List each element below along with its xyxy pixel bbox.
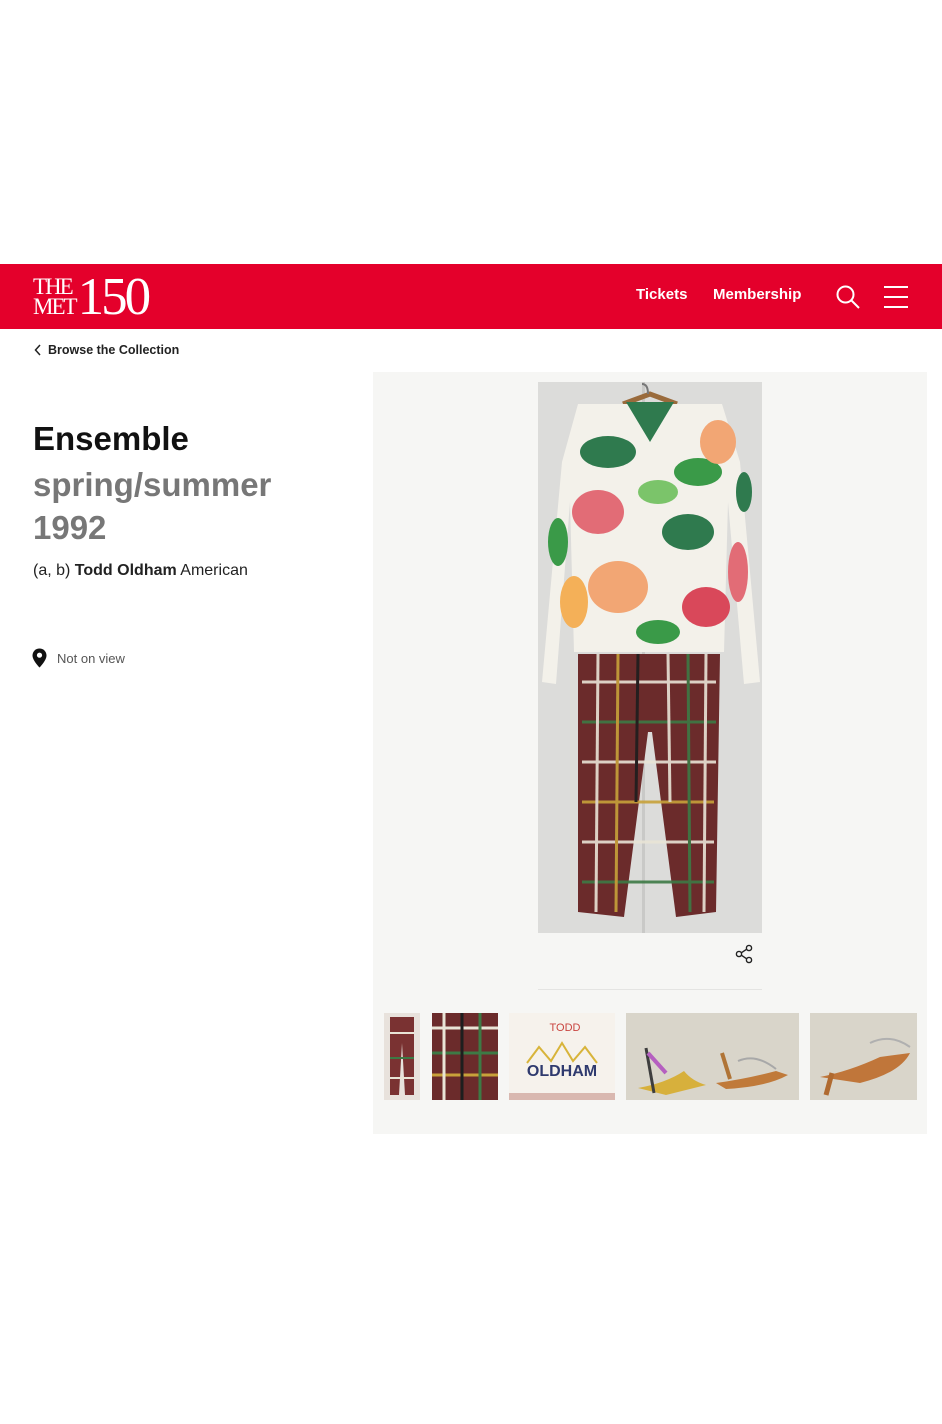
breadcrumb-label: Browse the Collection	[48, 343, 180, 357]
label-text-oldham: OLDHAM	[527, 1063, 597, 1080]
menu-icon[interactable]	[884, 285, 908, 309]
thumbnail-label[interactable]: TODD OLDHAM	[509, 1013, 615, 1100]
object-title: Ensemble	[33, 420, 189, 457]
logo-number: 150	[77, 268, 151, 326]
artist-prefix: (a, b)	[33, 562, 71, 579]
thumbnail-shoes[interactable]	[626, 1013, 799, 1100]
artist-name[interactable]: Todd Oldham	[75, 562, 177, 579]
object-date: spring/summer 1992	[33, 466, 272, 546]
ensemble-photo	[538, 382, 762, 933]
logo-text: THE MET	[33, 275, 78, 319]
divider	[538, 989, 762, 990]
label-text-todd: TODD	[550, 1022, 581, 1034]
thumbnail-pants[interactable]	[384, 1013, 420, 1100]
met-logo[interactable]: THE MET 150	[33, 268, 151, 326]
search-icon[interactable]	[835, 284, 861, 310]
main-object-image[interactable]	[538, 382, 762, 933]
breadcrumb[interactable]: Browse the Collection	[34, 343, 179, 357]
logo-line-2: MET	[33, 294, 78, 319]
share-icon[interactable]	[734, 944, 754, 964]
artist-line: (a, b) Todd Oldham American	[33, 562, 248, 580]
map-pin-icon	[32, 648, 47, 668]
site-header: THE MET 150 Tickets Membership	[0, 264, 942, 329]
nav-tickets-link[interactable]: Tickets	[636, 286, 687, 303]
chevron-left-icon	[34, 344, 41, 356]
thumbnail-shoes-side[interactable]	[810, 1013, 917, 1100]
location-label: Not on view	[57, 650, 125, 666]
image-viewer: TODD OLDHAM	[373, 372, 927, 1134]
thumbnail-pants-detail[interactable]	[432, 1013, 498, 1100]
location-status: Not on view	[32, 648, 125, 668]
nav-membership-link[interactable]: Membership	[713, 286, 801, 303]
artist-nationality: American	[180, 562, 248, 579]
